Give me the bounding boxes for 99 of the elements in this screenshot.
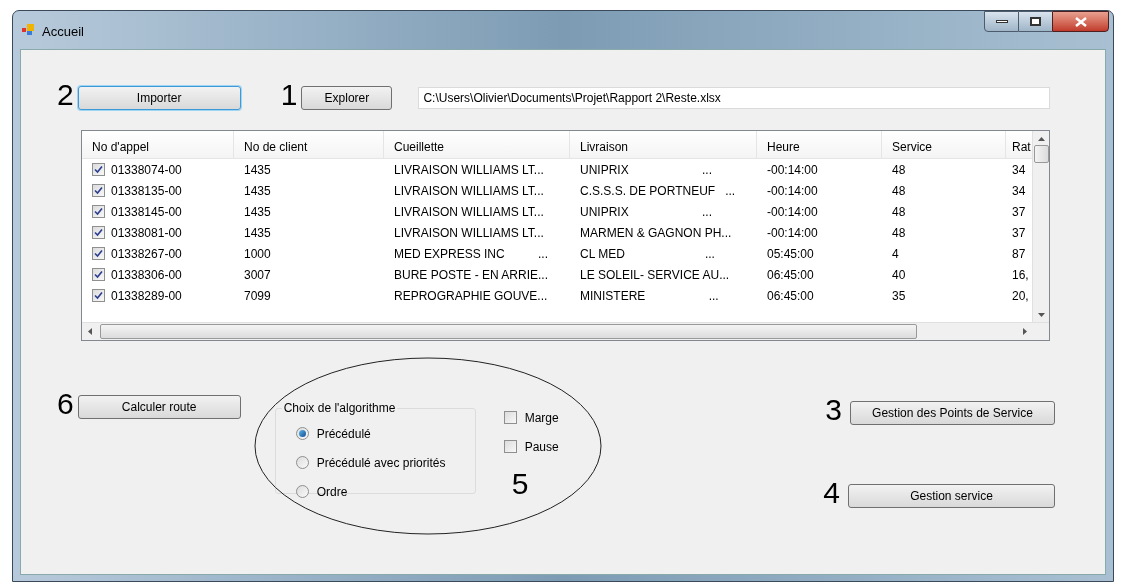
- table-cell-text: 06:45:00: [767, 287, 814, 305]
- scrollbar-thumb[interactable]: [100, 324, 917, 339]
- maximize-button[interactable]: [1019, 11, 1052, 32]
- table-cell-text: 1000: [244, 245, 271, 263]
- table-cell-text: -00:14:00: [767, 161, 818, 179]
- checkbox-label: Marge: [524, 409, 559, 427]
- table-cell-text: MARMEN & GAGNON PH...: [580, 224, 732, 242]
- table-cell-text: 1435: [244, 224, 271, 242]
- checkbox[interactable]: [92, 163, 105, 176]
- scroll-up-icon[interactable]: [1037, 137, 1045, 141]
- table-cell-text: MED EXPRESS INC ...: [394, 245, 549, 263]
- table-cell-text: 34: [1012, 182, 1026, 200]
- table-cell-text: 37: [1012, 203, 1026, 221]
- table-cell-text: 7099: [244, 287, 271, 305]
- table-cell-text: 48: [892, 182, 906, 200]
- push-button[interactable]: Explorer: [301, 86, 393, 110]
- step-number: 2: [57, 80, 74, 110]
- step-number: 5: [511, 469, 530, 499]
- radio-label: Précédulé avec priorités: [316, 454, 446, 472]
- table-cell-text: 87: [1012, 245, 1026, 263]
- table-cell-text: 34: [1012, 161, 1026, 179]
- table-cell-text: 4: [892, 245, 899, 263]
- table-cell-text: 01338081-00: [111, 224, 182, 242]
- push-button[interactable]: Gestion des Points de Service: [850, 401, 1055, 425]
- table-cell-text: 40: [892, 266, 906, 284]
- table-cell-text: REPROGRAPHIE GOUVE...: [394, 287, 548, 305]
- close-icon: [1074, 16, 1087, 27]
- minimize-button[interactable]: [984, 11, 1019, 32]
- checkbox-label: Pause: [524, 438, 559, 456]
- scroll-left-icon[interactable]: [88, 328, 92, 335]
- table-cell-text: 35: [892, 287, 906, 305]
- table-cell-text: 01338306-00: [111, 266, 182, 284]
- path-field[interactable]: C:\Users\Olivier\Documents\Projet\Rapport 2\Reste.xlsx: [418, 87, 1051, 109]
- column-header[interactable]: No de client: [234, 131, 384, 158]
- table-cell-text: 3007: [244, 266, 271, 284]
- step-number: 4: [823, 478, 840, 508]
- column-header[interactable]: Cueillette: [384, 131, 570, 158]
- horizontal-scrollbar[interactable]: [82, 322, 1049, 340]
- table-cell-text: 01338145-00: [111, 203, 182, 221]
- radio-button[interactable]: [295, 456, 309, 469]
- table-cell-text: 1435: [244, 161, 271, 179]
- table-cell-text: 05:45:00: [767, 245, 814, 263]
- table-cell-text: MINISTERE ...: [580, 287, 719, 305]
- scroll-right-icon[interactable]: [1023, 328, 1027, 335]
- radio-button[interactable]: [295, 427, 309, 440]
- scrollbar-thumb[interactable]: [1033, 145, 1049, 163]
- table-cell-text: UNIPRIX ...: [580, 161, 713, 179]
- radio-label: Précédulé: [316, 425, 371, 443]
- checkbox[interactable]: [92, 205, 105, 218]
- table-cell-text: -00:14:00: [767, 224, 818, 242]
- table-cell-text: 48: [892, 203, 906, 221]
- table-cell-text: 01338289-00: [111, 287, 182, 305]
- table-cell-text: LIVRAISON WILLIAMS LT...: [394, 224, 544, 242]
- push-button[interactable]: Importer: [77, 86, 241, 110]
- push-button[interactable]: Gestion service: [848, 484, 1055, 508]
- table-cell-text: LE SOLEIL- SERVICE AU...: [580, 266, 730, 284]
- app-icon: [22, 24, 36, 36]
- step-number: 1: [280, 80, 298, 110]
- radio-label: Ordre: [316, 483, 348, 501]
- table-cell-text: 01338135-00: [111, 182, 182, 200]
- radio-button[interactable]: [295, 485, 309, 498]
- table-cell-text: 01338074-00: [111, 161, 182, 179]
- checkbox[interactable]: [503, 411, 517, 424]
- group-title: Choix de l'algorithme: [282, 400, 397, 417]
- checkbox[interactable]: [503, 440, 517, 453]
- table-cell-text: LIVRAISON WILLIAMS LT...: [394, 203, 544, 221]
- checkbox[interactable]: [92, 226, 105, 239]
- table-cell-text: 06:45:00: [767, 266, 814, 284]
- table-cell-text: UNIPRIX ...: [580, 203, 713, 221]
- column-header[interactable]: Heure: [757, 131, 882, 158]
- step-number: 6: [57, 389, 74, 419]
- checkbox[interactable]: [92, 268, 105, 281]
- step-number: 3: [825, 395, 842, 425]
- checkbox[interactable]: [92, 247, 105, 260]
- column-header[interactable]: Livraison: [570, 131, 757, 158]
- table-cell-text: C.S.S.S. DE PORTNEUF ...: [580, 182, 736, 200]
- table-cell-text: 01338267-00: [111, 245, 182, 263]
- table-cell-text: 37: [1012, 224, 1026, 242]
- table-cell-text: 16,: [1012, 266, 1029, 284]
- table-cell-text: 48: [892, 224, 906, 242]
- table-cell-text: 20,: [1012, 287, 1029, 305]
- table-cell-text: LIVRAISON WILLIAMS LT...: [394, 161, 544, 179]
- table-cell-text: 48: [892, 161, 906, 179]
- table-cell-text: 1435: [244, 182, 271, 200]
- push-button[interactable]: Calculer route: [77, 395, 241, 419]
- table-cell-text: -00:14:00: [767, 182, 818, 200]
- table-cell-text: 1435: [244, 203, 271, 221]
- checkbox[interactable]: [92, 289, 105, 302]
- table-cell-text: CL MED ...: [580, 245, 715, 263]
- table-cell-text: LIVRAISON WILLIAMS LT...: [394, 182, 544, 200]
- column-header[interactable]: No d'appel: [82, 131, 234, 158]
- table-cell-text: BURE POSTE - EN ARRIE...: [394, 266, 549, 284]
- column-header[interactable]: Service: [882, 131, 1006, 158]
- close-button[interactable]: [1052, 11, 1109, 32]
- scroll-down-icon[interactable]: [1037, 313, 1045, 317]
- table-cell-text: -00:14:00: [767, 203, 818, 221]
- window-title: Accueil: [42, 23, 84, 41]
- checkbox[interactable]: [92, 184, 105, 197]
- vertical-scrollbar[interactable]: [1032, 131, 1049, 323]
